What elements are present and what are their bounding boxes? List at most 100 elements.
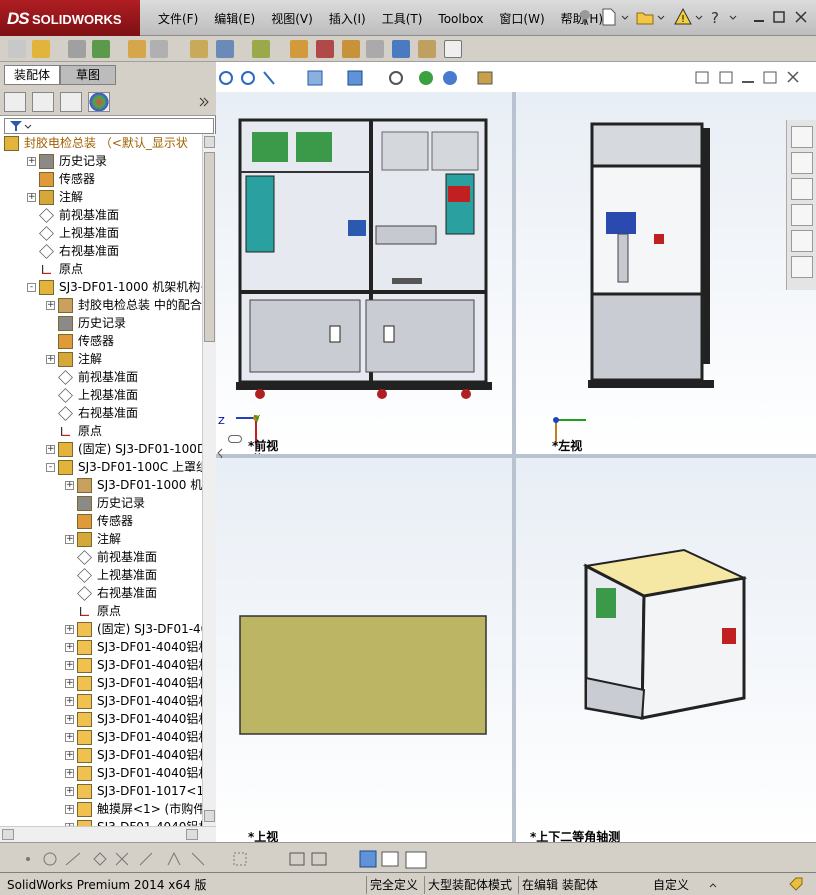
- feature-manager-icon[interactable]: [4, 92, 26, 112]
- expand-node-icon[interactable]: +: [65, 679, 74, 688]
- interference-detection-icon[interactable]: [392, 40, 410, 58]
- menu-edit[interactable]: 编辑(E): [206, 10, 263, 28]
- show-hidden-icon[interactable]: [190, 40, 208, 58]
- chevron-down-icon[interactable]: [694, 8, 704, 26]
- expand-node-icon[interactable]: +: [65, 697, 74, 706]
- scroll-right-button[interactable]: [186, 829, 198, 840]
- tree-item[interactable]: + SJ3-DF01-1017<1> (压: [0, 782, 202, 800]
- tree-item[interactable]: 右视基准面: [0, 584, 202, 602]
- warning-icon[interactable]: !: [674, 8, 692, 26]
- expand-node-icon[interactable]: +: [46, 355, 55, 364]
- menu-file[interactable]: 文件(F): [150, 10, 206, 28]
- viewport-window-controls[interactable]: [694, 70, 810, 86]
- scroll-down-button[interactable]: [204, 810, 215, 822]
- expand-node-icon[interactable]: +: [65, 751, 74, 760]
- scroll-thumb[interactable]: [204, 152, 215, 342]
- tree-item[interactable]: 封胶电检总装 （<默认_显示状: [0, 134, 202, 152]
- reference-geometry-icon[interactable]: [252, 40, 270, 58]
- tab-assembly[interactable]: 装配体: [4, 65, 60, 85]
- tree-item[interactable]: + SJ3-DF01-4040铝材<12: [0, 728, 202, 746]
- expand-panel-icon[interactable]: [198, 96, 210, 108]
- tree-item[interactable]: 上视基准面: [0, 386, 202, 404]
- chevron-down-icon[interactable]: [620, 8, 630, 26]
- assembly-tool-icon[interactable]: [8, 40, 26, 58]
- tree-item[interactable]: + SJ3-DF01-1000 机架机: [0, 476, 202, 494]
- large-assembly-mode-icon[interactable]: [444, 40, 462, 58]
- property-manager-icon[interactable]: [32, 92, 54, 112]
- restore-window-icon[interactable]: [772, 10, 786, 24]
- expand-node-icon[interactable]: +: [65, 535, 74, 544]
- tree-item[interactable]: + (固定) SJ3-DF01-4040: [0, 620, 202, 638]
- menu-toolbox[interactable]: Toolbox: [430, 10, 491, 28]
- tree-item[interactable]: + SJ3-DF01-4040铝材<3>: [0, 656, 202, 674]
- sketch-tools-icons[interactable]: [22, 849, 462, 869]
- tree-item[interactable]: 历史记录: [0, 494, 202, 512]
- tree-item[interactable]: + 注解: [0, 530, 202, 548]
- menu-view[interactable]: 视图(V): [263, 10, 321, 28]
- tree-item[interactable]: - SJ3-DF01-1000 机架机构<1>: [0, 278, 202, 296]
- viewport-top[interactable]: *上视: [216, 458, 512, 844]
- expand-node-icon[interactable]: +: [65, 643, 74, 652]
- tree-item[interactable]: 原点: [0, 422, 202, 440]
- graphics-area[interactable]: Z Y X *前视 *左视: [216, 62, 816, 844]
- feature-filter-input[interactable]: [4, 118, 214, 134]
- tree-item[interactable]: 前视基准面: [0, 206, 202, 224]
- tree-item[interactable]: 上视基准面: [0, 224, 202, 242]
- tree-vertical-scrollbar[interactable]: [202, 134, 216, 826]
- tree-item[interactable]: 前视基准面: [0, 368, 202, 386]
- collapse-node-icon[interactable]: -: [27, 283, 36, 292]
- tree-item[interactable]: + SJ3-DF01-4040铝材<2>: [0, 638, 202, 656]
- viewport-left[interactable]: *左视: [516, 92, 816, 454]
- tab-sketch[interactable]: 草图: [60, 65, 116, 85]
- solidworks-logo[interactable]: DS SOLIDWORKS: [0, 0, 140, 36]
- tree-item[interactable]: +SJ3-DF01-4040铝材<18: [0, 818, 202, 826]
- close-window-icon[interactable]: [794, 10, 808, 24]
- tree-item[interactable]: 上视基准面: [0, 566, 202, 584]
- tree-item[interactable]: + 历史记录: [0, 152, 202, 170]
- chevron-up-icon[interactable]: [708, 879, 718, 891]
- link-views-icon[interactable]: [228, 435, 242, 443]
- chevron-down-icon[interactable]: [728, 8, 738, 26]
- tree-item[interactable]: 前视基准面: [0, 548, 202, 566]
- expand-node-icon[interactable]: +: [65, 805, 74, 814]
- view-palette-icon[interactable]: [791, 204, 813, 226]
- exploded-view-icon[interactable]: [342, 40, 360, 58]
- tree-item[interactable]: 传感器: [0, 332, 202, 350]
- insert-component-icon[interactable]: [32, 40, 50, 58]
- expand-node-icon[interactable]: +: [46, 445, 55, 454]
- expand-node-icon[interactable]: +: [65, 481, 74, 490]
- expand-node-icon[interactable]: +: [65, 769, 74, 778]
- heads-up-view-toolbar[interactable]: [216, 68, 516, 90]
- tree-item[interactable]: 原点: [0, 260, 202, 278]
- tree-item[interactable]: - SJ3-DF01-100C 上罩组立<: [0, 458, 202, 476]
- pin-icon[interactable]: [576, 8, 594, 26]
- tree-item[interactable]: + (固定) SJ3-DF01-100D 机: [0, 440, 202, 458]
- tree-item[interactable]: + 触摸屏<1> (市购件): [0, 800, 202, 818]
- tree-item[interactable]: + 注解: [0, 350, 202, 368]
- instant3d-icon[interactable]: [418, 40, 436, 58]
- expand-node-icon[interactable]: +: [46, 301, 55, 310]
- configuration-manager-icon[interactable]: [60, 92, 82, 112]
- expand-node-icon[interactable]: +: [65, 625, 74, 634]
- home-icon[interactable]: [791, 126, 813, 148]
- viewport-front[interactable]: Z Y X *前视: [216, 92, 512, 463]
- status-tag-icon[interactable]: [788, 876, 804, 892]
- minimize-window-icon[interactable]: [752, 10, 766, 24]
- expand-node-icon[interactable]: +: [65, 715, 74, 724]
- tree-item[interactable]: + SJ3-DF01-4040铝材<14: [0, 764, 202, 782]
- scroll-up-button[interactable]: [204, 136, 215, 148]
- tree-item[interactable]: + SJ3-DF01-4040铝材<11: [0, 710, 202, 728]
- collapse-node-icon[interactable]: -: [46, 463, 55, 472]
- chevron-down-icon[interactable]: [656, 8, 666, 26]
- smart-fasteners-icon[interactable]: [128, 40, 146, 58]
- menu-tools[interactable]: 工具(T): [374, 10, 431, 28]
- tree-item[interactable]: + 注解: [0, 188, 202, 206]
- tree-item[interactable]: 原点: [0, 602, 202, 620]
- tree-item[interactable]: + SJ3-DF01-4040铝材<13: [0, 746, 202, 764]
- display-manager-icon[interactable]: [88, 92, 110, 112]
- tree-item[interactable]: + SJ3-DF01-4040铝材<9>: [0, 692, 202, 710]
- scroll-left-button[interactable]: [2, 829, 14, 840]
- tree-horizontal-scrollbar[interactable]: [0, 826, 216, 842]
- tree-item[interactable]: 传感器: [0, 170, 202, 188]
- design-library-icon[interactable]: [791, 152, 813, 174]
